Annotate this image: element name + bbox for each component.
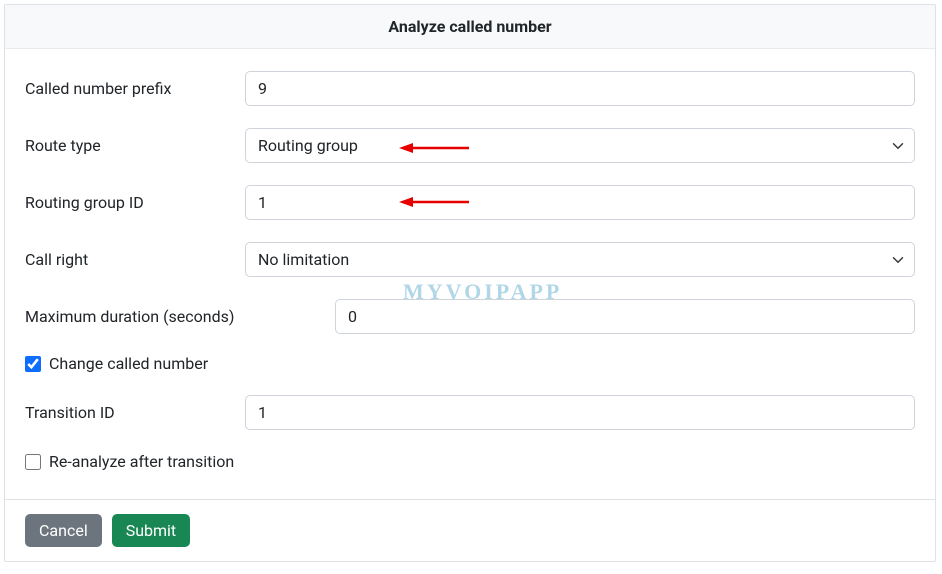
input-transition-id[interactable] (245, 395, 915, 430)
select-route-type[interactable]: Routing group (245, 128, 915, 163)
row-reanalyze-after-transition: Re-analyze after transition (25, 452, 915, 471)
label-call-right: Call right (25, 250, 245, 269)
row-call-right: Call right No limitation (25, 242, 915, 277)
label-reanalyze-after-transition[interactable]: Re-analyze after transition (49, 452, 234, 471)
checkbox-reanalyze-after-transition[interactable] (25, 454, 41, 470)
row-route-type: Route type Routing group (25, 128, 915, 163)
label-transition-id: Transition ID (25, 403, 245, 422)
row-routing-group-id: Routing group ID (25, 185, 915, 220)
row-transition-id: Transition ID (25, 395, 915, 430)
label-called-number-prefix: Called number prefix (25, 79, 245, 98)
submit-button[interactable]: Submit (112, 514, 190, 547)
panel-body: Called number prefix Route type Routing … (5, 49, 935, 499)
checkbox-change-called-number[interactable] (25, 356, 41, 372)
label-routing-group-id: Routing group ID (25, 193, 245, 212)
form-panel: Analyze called number Called number pref… (4, 4, 936, 562)
panel-title: Analyze called number (5, 5, 935, 49)
label-route-type: Route type (25, 136, 245, 155)
panel-footer: Cancel Submit (5, 499, 935, 561)
cancel-button[interactable]: Cancel (25, 514, 102, 547)
row-maximum-duration: Maximum duration (seconds) (25, 299, 915, 334)
input-maximum-duration[interactable] (335, 299, 915, 334)
input-called-number-prefix[interactable] (245, 71, 915, 106)
label-maximum-duration: Maximum duration (seconds) (25, 307, 335, 326)
select-call-right[interactable]: No limitation (245, 242, 915, 277)
input-routing-group-id[interactable] (245, 185, 915, 220)
label-change-called-number[interactable]: Change called number (49, 354, 208, 373)
row-called-number-prefix: Called number prefix (25, 71, 915, 106)
row-change-called-number: Change called number (25, 354, 915, 373)
